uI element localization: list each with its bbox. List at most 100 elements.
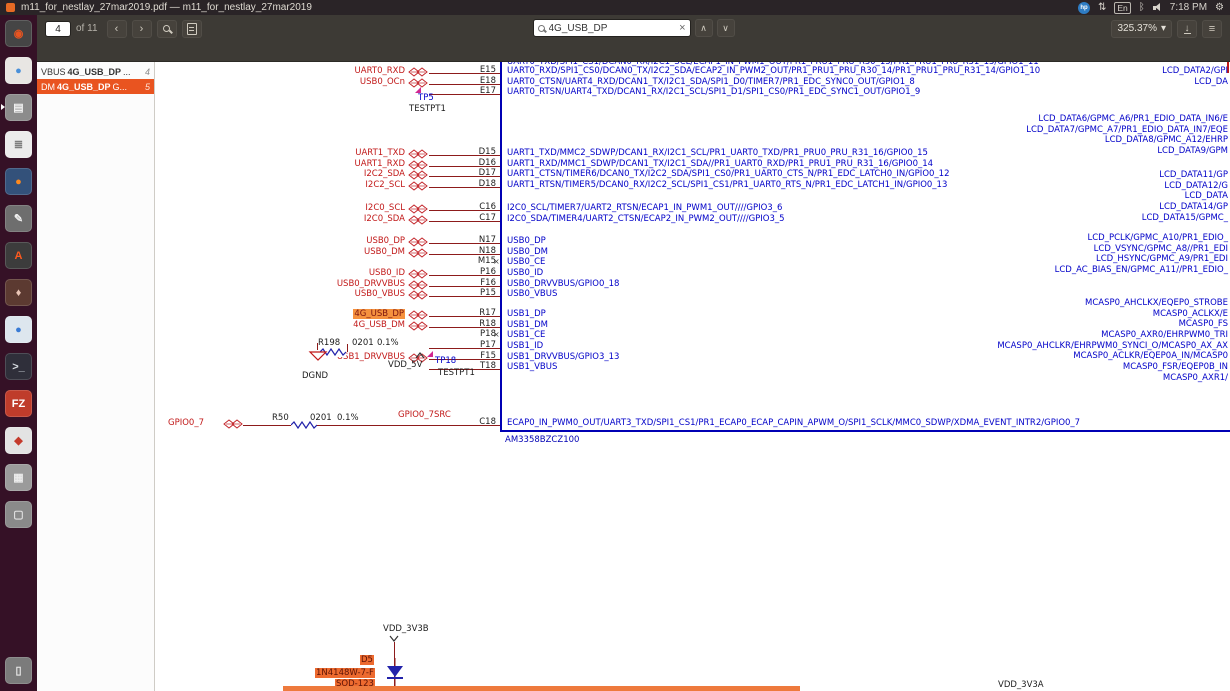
- find-input[interactable]: 4G_USB_DP ×: [532, 19, 691, 37]
- download-button[interactable]: ↓: [1177, 19, 1197, 38]
- pin-row: I2C0_SDA × C17 I2C0_SDA/TIMER4/UART2_CTS…: [163, 212, 1222, 225]
- top-panel: m11_for_nestlay_27mar2019.pdf — m11_for_…: [0, 0, 1230, 15]
- pin-function: UART0_RTSN/UART4_TXD/DCAN1_RX/I2C1_SCL/S…: [507, 87, 921, 98]
- app-icon: ◉: [5, 20, 32, 47]
- diode-part: 1N4148W-7-F: [315, 668, 375, 678]
- app-icon: A: [5, 242, 32, 269]
- app-icon: >_: [5, 353, 32, 380]
- result-prefix: VBUS: [41, 66, 66, 77]
- pin-number: R18: [479, 318, 496, 329]
- find-previous-button[interactable]: ∧: [694, 19, 713, 37]
- app-icon: ◆: [5, 427, 32, 454]
- pin-number: N18: [478, 245, 496, 256]
- pin-function: I2C0_SCL/TIMER7/UART2_RTSN/ECAP1_IN_PWM1…: [507, 203, 783, 213]
- pin-function-right: MCASP0_AXR0/EHRPWM0_TRI: [1101, 330, 1228, 341]
- launcher-terminal[interactable]: >_: [2, 350, 35, 383]
- clock[interactable]: 7:18 PM: [1170, 2, 1207, 13]
- part-number: AM3358BZCZ100: [505, 435, 580, 445]
- clear-icon[interactable]: ×: [679, 22, 685, 34]
- menu-button[interactable]: ≡: [1202, 19, 1222, 38]
- net-label: 4G_USB_DP: [353, 309, 405, 319]
- launcher-gray-app-1[interactable]: ▦: [2, 461, 35, 494]
- zoom-select[interactable]: 325.37% ▾: [1111, 19, 1172, 38]
- resistor-footprint: 0201: [352, 338, 374, 348]
- pin-function-right: MCASP0_AHCLKR/EHRPWM0_SYNCI_O/MCASP0_AX_…: [997, 340, 1228, 351]
- net-connector-icon: [408, 310, 428, 320]
- app-icon: ●: [5, 57, 32, 84]
- net-connector-icon: [408, 321, 428, 331]
- pdf-toolbar: 4 of 11 ‹ › 325.37% ▾ ↓ ≡ 4G_USB_DP × ∧ …: [37, 15, 1230, 62]
- pin-function-right: LCD_HSYNC/GPMC_A9/PR1_EDI: [1095, 254, 1228, 265]
- pin-number: F16: [480, 277, 496, 288]
- launcher-ubuntu[interactable]: ◉: [2, 17, 35, 50]
- pin-group-mcasp0: MCASP0_AHCLKX/EQEP0_STROBE MCASP0_ACLKX/E…: [997, 298, 1228, 384]
- launcher-gimp[interactable]: ♦: [2, 276, 35, 309]
- pin-number: D16: [478, 157, 496, 168]
- ic-boundary-horizontal: [500, 430, 1230, 432]
- pin-number: C17: [479, 212, 496, 223]
- launcher-office-app[interactable]: A: [2, 239, 35, 272]
- history-back-button[interactable]: ‹: [106, 19, 127, 38]
- net-label: USB0_VBUS: [354, 289, 405, 300]
- launcher-document-viewer[interactable]: ▤: [1, 91, 35, 124]
- net-label: GPIO0_7: [168, 418, 204, 428]
- net-label: 4G_USB_DM: [353, 319, 405, 330]
- search-result-page5[interactable]: DM 4G_USB_DP G... 5: [37, 79, 154, 94]
- power-arrow-icon: [389, 635, 399, 642]
- pin-row: UART0_RXD × E15 UART0_RXD/SPI1_CS0/DCAN0…: [163, 65, 1222, 77]
- result-prefix: DM: [41, 81, 55, 92]
- net-connector-icon: [223, 419, 243, 429]
- pin-function-right: LCD_DATA: [1184, 191, 1228, 202]
- app-icon: [6, 3, 15, 12]
- app-icon: ▢: [5, 501, 32, 528]
- launcher-text-editor[interactable]: ≣: [2, 128, 35, 161]
- pages-icon: [186, 22, 197, 35]
- pin-number: E15: [479, 65, 496, 75]
- pin-number: E17: [479, 86, 496, 97]
- net-label: USB1_DRVVBUS: [336, 351, 405, 362]
- window-title: m11_for_nestlay_27mar2019.pdf — m11_for_…: [21, 2, 312, 13]
- keyboard-indicator[interactable]: En: [1114, 1, 1131, 14]
- indicator-area: hp ⇅ En ᛒ 7:18 PM ⚙: [1077, 1, 1224, 14]
- sync-arrows-icon[interactable]: ⇅: [1098, 2, 1106, 14]
- pin-number: D17: [478, 168, 496, 179]
- bluetooth-icon[interactable]: ᛒ: [1139, 2, 1145, 14]
- search-result-page4[interactable]: VBUS 4G_USB_DP ... 4: [37, 64, 154, 79]
- sidebar-toggle-button[interactable]: [181, 19, 202, 38]
- pin-function: I2C0_SDA/TIMER4/UART2_CTSN/ECAP2_IN_PWM2…: [507, 213, 785, 224]
- volume-icon[interactable]: [1152, 3, 1162, 12]
- pin-function-right: LCD_AC_BIAS_EN/GPMC_A11//PR1_EDIO_: [1054, 265, 1228, 276]
- net-label: USB0_DM: [364, 246, 405, 257]
- net-connector-icon: [408, 149, 428, 159]
- testpoint-arrow-icon: [427, 351, 433, 357]
- launcher-image-tool[interactable]: ✎: [2, 202, 35, 235]
- launcher-trash[interactable]: ▯: [2, 654, 35, 687]
- app-icon: ●: [5, 316, 32, 343]
- pin-function: UART1_RXD/MMC1_SDWP/DCAN1_TX/I2C1_SDA//P…: [507, 158, 934, 169]
- net-label: I2C2_SDA: [363, 169, 405, 180]
- launcher-firefox[interactable]: ●: [2, 165, 35, 198]
- page-number-input[interactable]: 4: [45, 20, 71, 37]
- launcher-gray-app-2[interactable]: ▢: [2, 498, 35, 531]
- net-connector-icon: [408, 248, 428, 258]
- pin-function-right: LCD_PCLK/GPMC_A10/PR1_EDIO_: [1087, 233, 1228, 243]
- history-forward-button[interactable]: ›: [131, 19, 152, 38]
- search-button[interactable]: [156, 19, 177, 38]
- net-connector-icon: [408, 160, 428, 170]
- launcher-red-white-app[interactable]: ◆: [2, 424, 35, 457]
- net-label: I2C0_SDA: [363, 213, 405, 224]
- pin-function-right: LCD_DATA2/GPI: [1162, 66, 1228, 76]
- pin-function: USB0_CE: [507, 257, 546, 268]
- find-next-button[interactable]: ∨: [716, 19, 735, 37]
- pin-number: P18: [480, 329, 496, 340]
- pin-number: P16: [480, 267, 496, 278]
- wire: [347, 344, 348, 352]
- wire: [317, 343, 318, 350]
- launcher-filezilla[interactable]: FZ: [2, 387, 35, 420]
- pin-function: USB1_VBUS: [507, 362, 558, 373]
- launcher-chromium[interactable]: ●: [2, 54, 35, 87]
- launcher-blue-app[interactable]: ●: [2, 313, 35, 346]
- pin-function-right: MCASP0_FSR/EQEP0B_IN: [1122, 362, 1228, 373]
- pin-function: USB0_DP: [507, 236, 546, 246]
- session-gear-icon[interactable]: ⚙: [1215, 2, 1224, 14]
